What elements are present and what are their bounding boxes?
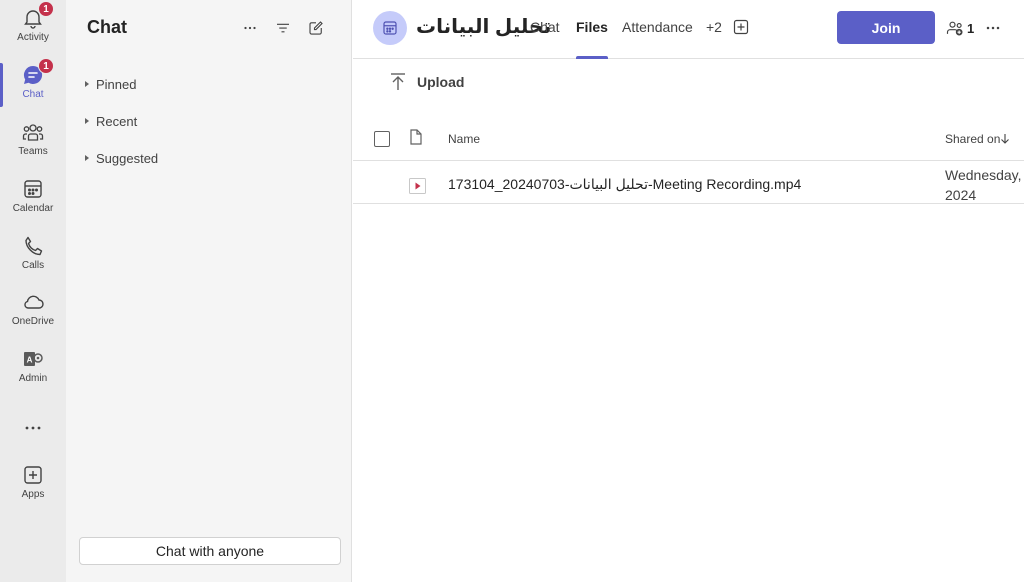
rail-item-activity[interactable]: 1 Activity (0, 0, 66, 54)
rail-label-onedrive: OneDrive (11, 316, 55, 327)
table-row[interactable]: تحليل البيانات-20240703_173104-Meeting R… (353, 161, 1024, 204)
rail-label-calls: Calls (21, 260, 45, 271)
meeting-calendar-icon (373, 11, 407, 45)
chat-with-anyone-button[interactable]: Chat with anyone (79, 537, 341, 565)
svg-text:A: A (27, 356, 33, 365)
rail-more-button[interactable] (0, 410, 66, 440)
tab-more-count[interactable]: +2 (706, 19, 722, 59)
rail-item-onedrive[interactable]: OneDrive (0, 284, 66, 338)
rail-item-calendar[interactable]: Calendar (0, 171, 66, 225)
sort-arrow-down-icon (1001, 134, 1010, 144)
bell-icon: 1 (21, 1, 54, 30)
select-all-checkbox[interactable] (374, 131, 390, 147)
rail-label-admin: Admin (18, 373, 48, 384)
file-type-icon (410, 129, 422, 145)
caret-right-icon (85, 118, 89, 124)
activity-badge: 1 (38, 1, 54, 17)
chat-filter-button[interactable] (271, 16, 295, 40)
file-shared-on: Wednesday, 2024 (945, 165, 1024, 205)
video-file-icon (409, 178, 426, 194)
upload-icon (391, 73, 405, 90)
upload-label: Upload (417, 74, 465, 90)
plus-square-icon (21, 463, 45, 487)
tab-attendance[interactable]: Attendance (622, 19, 693, 59)
rail-item-apps[interactable]: Apps (0, 457, 66, 511)
rail-label-calendar: Calendar (12, 203, 54, 214)
chat-more-options-button[interactable] (238, 16, 262, 40)
rail-label-chat: Chat (22, 89, 44, 100)
rail-item-chat[interactable]: 1 Chat (0, 57, 66, 111)
join-button[interactable]: Join (837, 11, 935, 44)
file-shared-on-line1: Wednesday, (945, 167, 1022, 183)
chat-panel-title: Chat (87, 17, 127, 37)
rail-label-activity: Activity (17, 32, 49, 43)
calendar-icon (21, 177, 45, 201)
rail-label-apps: Apps (21, 489, 45, 500)
caret-right-icon (85, 81, 89, 87)
participants-button[interactable]: 1 (945, 18, 974, 38)
new-chat-button[interactable] (304, 16, 328, 40)
section-pinned-label: Pinned (96, 76, 137, 92)
file-shared-on-line2: 2024 (945, 187, 977, 203)
more-horizontal-icon[interactable] (983, 18, 1003, 38)
chat-badge: 1 (38, 58, 54, 74)
column-shared-on-header[interactable]: Shared on (945, 132, 1010, 146)
caret-right-icon (85, 155, 89, 161)
filter-icon (277, 23, 289, 33)
rail-item-admin[interactable]: A Admin (0, 341, 66, 395)
section-suggested-label: Suggested (96, 150, 159, 166)
compose-icon (309, 21, 323, 35)
section-recent[interactable]: Recent (82, 109, 137, 133)
chat-icon: 1 (21, 58, 54, 87)
files-table-header: Name Shared on (353, 120, 1024, 161)
column-shared-on-label: Shared on (945, 132, 1001, 146)
rail-item-teams[interactable]: Teams (0, 114, 66, 168)
admin-icon: A (21, 347, 45, 371)
teams-icon (21, 120, 45, 144)
rail-item-calls[interactable]: Calls (0, 228, 66, 282)
meeting-header: تحليل البيانات Chat Files Attendance +2 … (353, 0, 1024, 59)
chat-panel: Chat Pinned Recent Suggested Chat with a… (66, 0, 352, 582)
cloud-icon (21, 290, 45, 314)
rail-label-teams: Teams (18, 146, 48, 157)
file-name[interactable]: تحليل البيانات-20240703_173104-Meeting R… (448, 176, 801, 193)
meeting-files-view: تحليل البيانات Chat Files Attendance +2 … (353, 0, 1024, 582)
add-tab-icon[interactable] (733, 19, 749, 35)
section-recent-label: Recent (96, 113, 138, 129)
tab-files[interactable]: Files (576, 19, 608, 59)
tab-chat[interactable]: Chat (530, 19, 560, 59)
more-horizontal-icon (244, 26, 256, 30)
column-name-header[interactable]: Name (448, 132, 480, 146)
more-horizontal-icon (21, 416, 45, 440)
upload-button[interactable]: Upload (389, 72, 464, 92)
people-add-icon (946, 21, 963, 36)
participant-count: 1 (967, 20, 975, 36)
app-rail: 1 Activity 1 Chat Teams Calendar Calls O… (0, 0, 66, 582)
phone-icon (21, 234, 45, 258)
section-suggested[interactable]: Suggested (82, 146, 158, 170)
section-pinned[interactable]: Pinned (82, 72, 136, 96)
